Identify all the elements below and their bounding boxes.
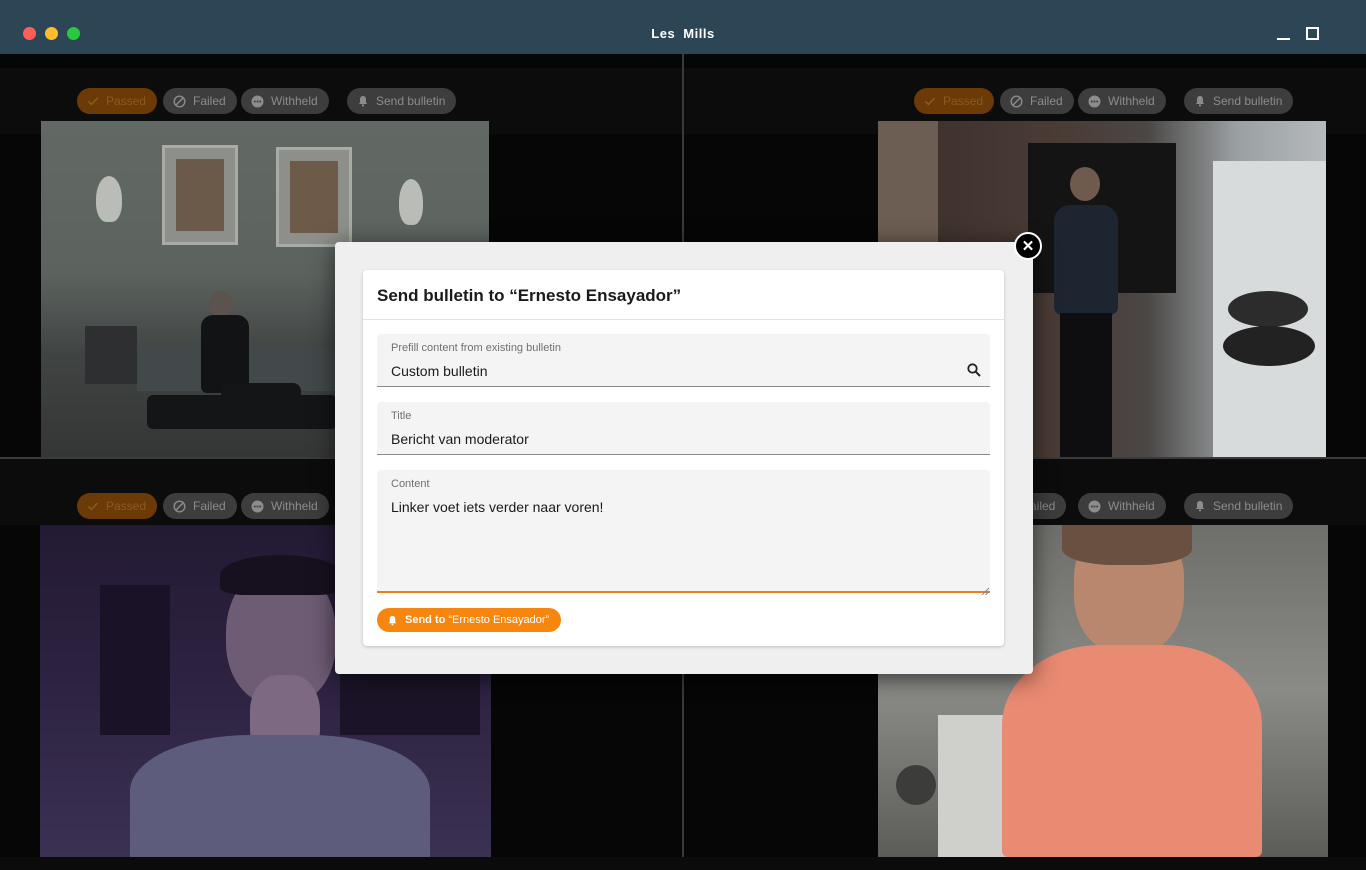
failed-label: Failed (193, 499, 226, 513)
withheld-label: Withheld (271, 94, 318, 108)
tile-2-passed-chip[interactable]: Passed (914, 88, 995, 114)
person-legs (221, 383, 301, 405)
bell-icon (357, 95, 369, 107)
person-torso (1054, 205, 1118, 315)
send-bulletin-dialog: Send bulletin to “Ernesto Ensayador” Pre… (335, 242, 1033, 674)
bottom-bar (0, 857, 1366, 870)
pendant-lamp-2 (399, 179, 423, 225)
tile-1-withheld-chip[interactable]: Withheld (241, 88, 329, 114)
person-head (1070, 167, 1100, 201)
block-icon (1010, 94, 1023, 108)
person-hair (220, 555, 342, 595)
more-horiz-icon (1088, 500, 1101, 513)
failed-label: Failed (1030, 94, 1063, 108)
side-cabinet (85, 326, 137, 384)
send-button-prefix: Send to (405, 614, 446, 626)
minimize-icon[interactable] (1277, 38, 1290, 40)
bell-icon (387, 615, 398, 626)
more-horiz-icon (251, 95, 264, 108)
person-shirt (1002, 645, 1262, 857)
tile-4-failed-chip[interactable]: ailed (1030, 493, 1067, 519)
window-titlebar: Les Mills (0, 0, 1366, 54)
check-icon (924, 95, 936, 107)
person-hair (1062, 525, 1192, 565)
send-button-target: “Ernesto Ensayador” (448, 614, 550, 626)
passed-label: Passed (106, 499, 147, 513)
person-head (209, 291, 233, 317)
window-title: Les Mills (651, 26, 715, 41)
tile-2-failed-chip[interactable]: Failed (1000, 88, 1074, 114)
more-horiz-icon (1088, 95, 1101, 108)
close-icon: ✕ (1021, 238, 1035, 255)
tile-4-send-bulletin-chip[interactable]: Send bulletin (1184, 493, 1294, 519)
content-textarea[interactable]: Linker voet iets verder naar voren! (391, 499, 603, 515)
send-bulletin-button[interactable]: Send to “Ernesto Ensayador” (377, 608, 562, 632)
content-label: Content (391, 478, 430, 490)
search-icon[interactable] (966, 362, 982, 378)
send-bulletin-label: Send bulletin (376, 94, 446, 108)
content-field[interactable]: Content Linker voet iets verder naar vor… (377, 470, 990, 596)
passed-label: Passed (943, 94, 984, 108)
wall-picture-1-art (176, 159, 224, 231)
tile-3-passed-chip[interactable]: Passed (77, 493, 158, 519)
tile-3-failed-chip[interactable]: Failed (163, 493, 237, 519)
dialog-title: Send bulletin to “Ernesto Ensayador” (377, 286, 682, 305)
block-icon (173, 499, 186, 513)
wall-picture-2-art (290, 161, 338, 233)
title-divider (363, 319, 1004, 320)
block-icon (173, 94, 186, 108)
spa-stone-2 (1223, 326, 1315, 366)
resize-handle-icon[interactable] (981, 582, 990, 596)
send-bulletin-label: Send bulletin (1213, 94, 1283, 108)
title-field[interactable]: Title Bericht van moderator (377, 402, 990, 455)
person-body (201, 315, 249, 393)
more-horiz-icon (251, 500, 264, 513)
tile-2-withheld-chip[interactable]: Withheld (1078, 88, 1166, 114)
person-legs (1060, 313, 1112, 457)
person-shirt (130, 735, 430, 857)
send-bulletin-label: Send bulletin (1213, 499, 1283, 513)
prefill-value[interactable]: Custom bulletin (391, 363, 488, 379)
failed-label: ailed (1030, 499, 1056, 513)
bulletin-form-card: Send bulletin to “Ernesto Ensayador” Pre… (363, 270, 1004, 646)
tile-1-failed-chip[interactable]: Failed (163, 88, 237, 114)
tile-3-withheld-chip[interactable]: Withheld (241, 493, 329, 519)
close-dialog-button[interactable]: ✕ (1014, 232, 1042, 260)
title-label: Title (391, 410, 412, 422)
spa-stone-1 (1228, 291, 1308, 327)
check-icon (87, 95, 99, 107)
withheld-label: Withheld (1108, 499, 1155, 513)
tile-1-send-bulletin-chip[interactable]: Send bulletin (347, 88, 457, 114)
maximize-icon[interactable] (1306, 27, 1319, 40)
check-icon (87, 500, 99, 512)
pendant-lamp-1 (96, 176, 122, 222)
tile-4-withheld-chip[interactable]: Withheld (1078, 493, 1166, 519)
prefill-autocomplete-field[interactable]: Prefill content from existing bulletin C… (377, 334, 990, 387)
bell-icon (1194, 95, 1206, 107)
bell-icon (1194, 500, 1206, 512)
withheld-label: Withheld (1108, 94, 1155, 108)
tile-1-passed-chip[interactable]: Passed (77, 88, 158, 114)
prefill-label: Prefill content from existing bulletin (391, 342, 561, 354)
title-input[interactable]: Bericht van moderator (391, 431, 529, 447)
background-equipment (100, 585, 170, 735)
failed-label: Failed (193, 94, 226, 108)
passed-label: Passed (106, 94, 147, 108)
withheld-label: Withheld (271, 499, 318, 513)
tile-2-send-bulletin-chip[interactable]: Send bulletin (1184, 88, 1294, 114)
wall-clock (896, 765, 936, 805)
